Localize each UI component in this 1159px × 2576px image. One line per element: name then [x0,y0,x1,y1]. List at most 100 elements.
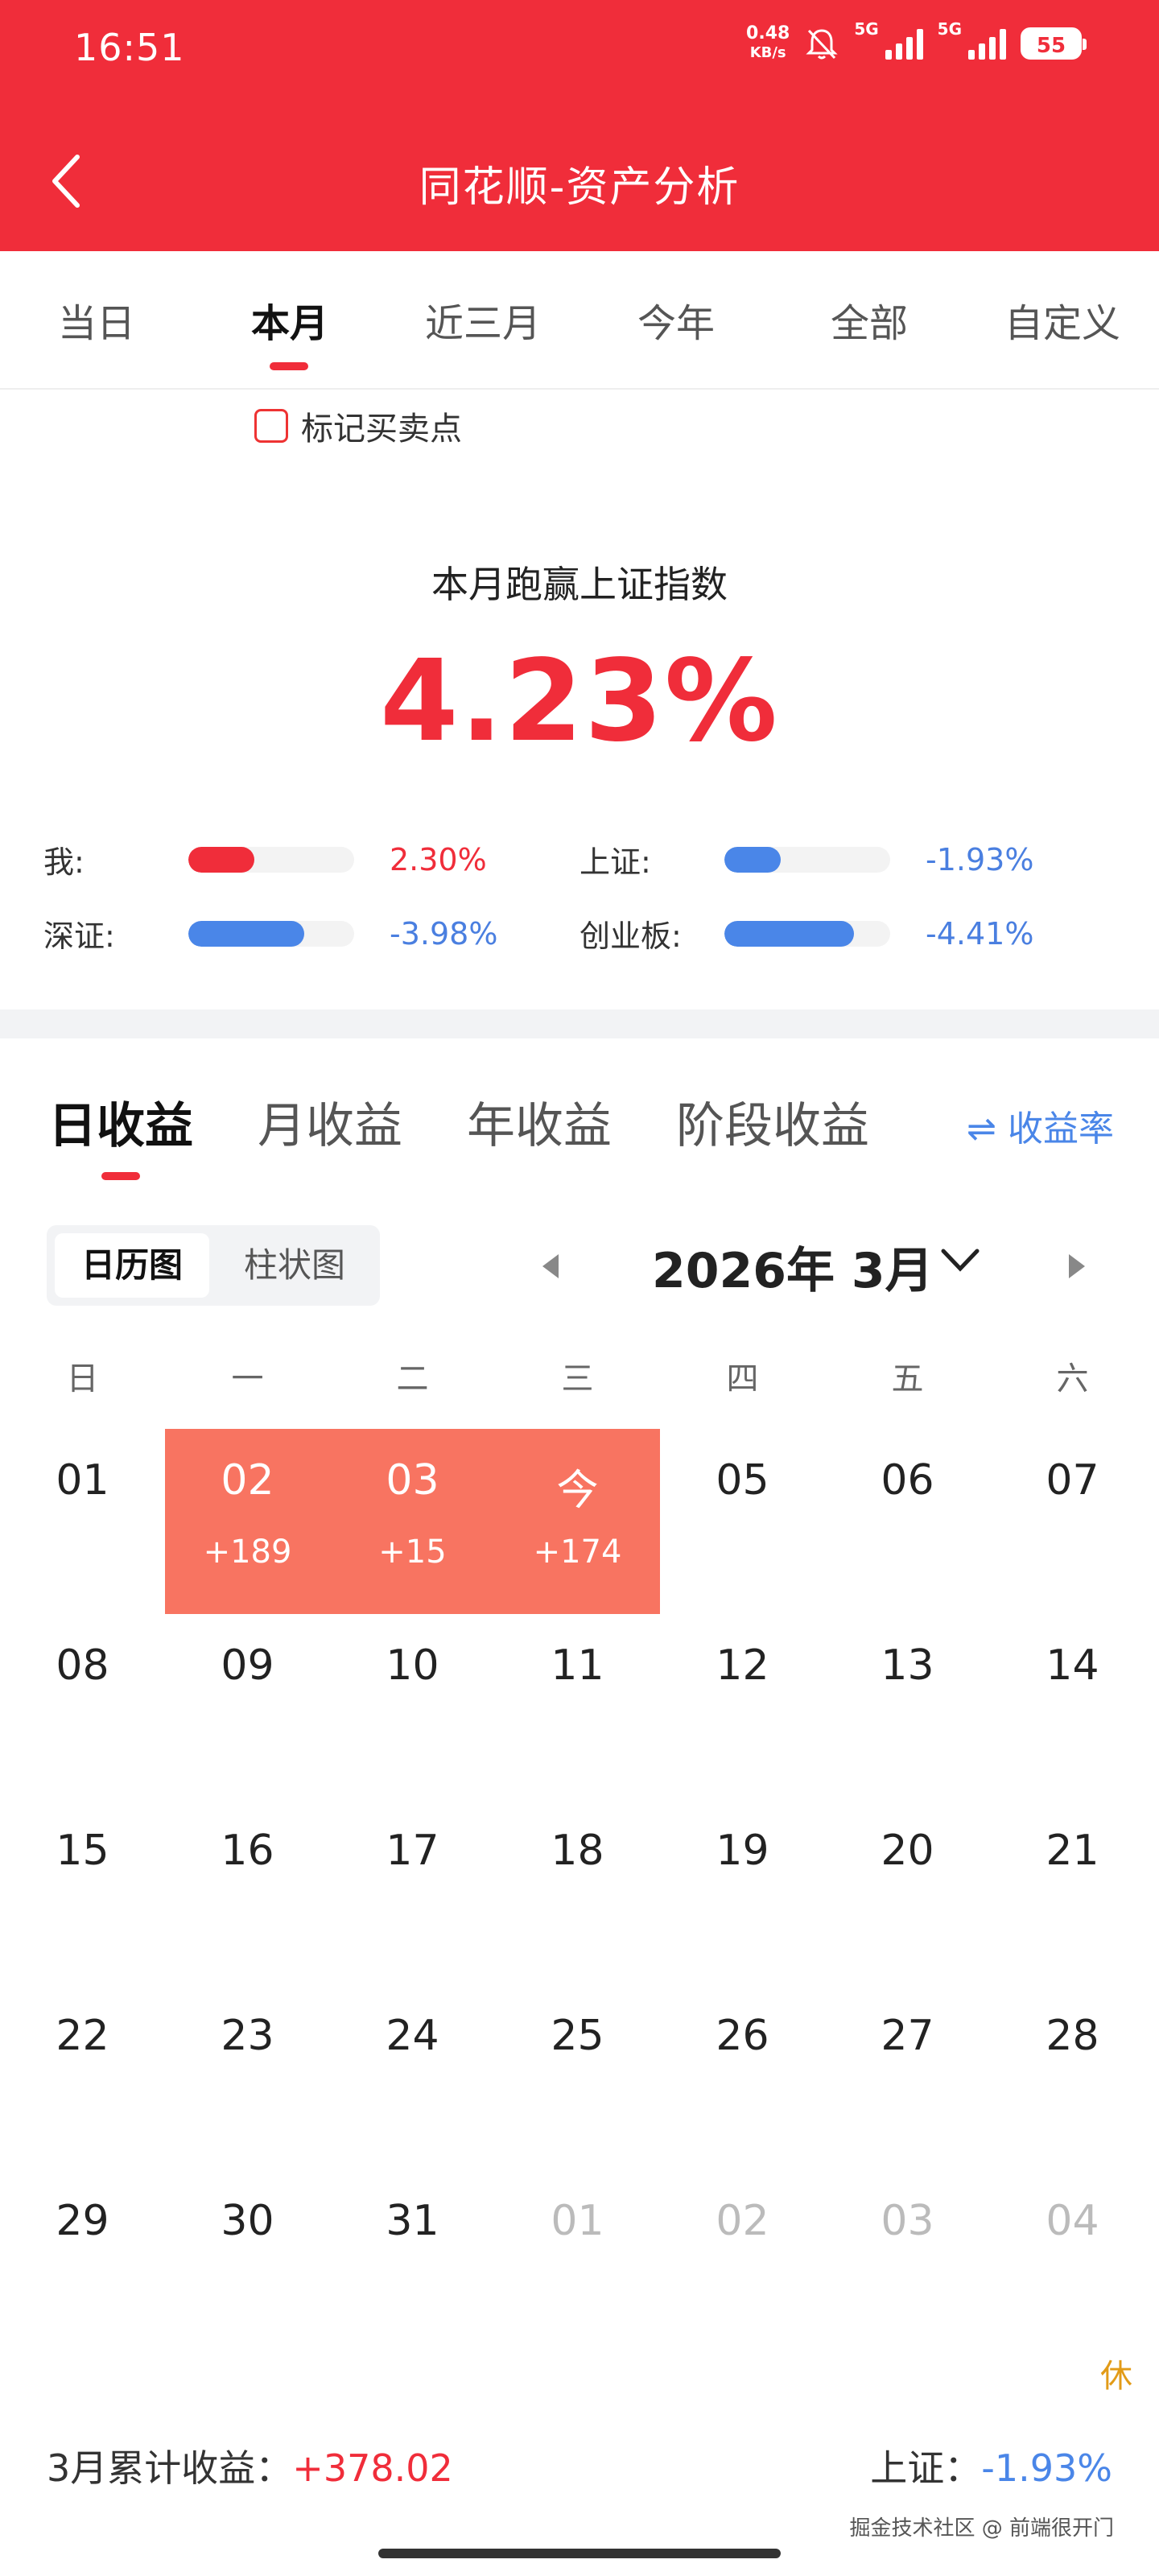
calendar-day[interactable]: 20 [825,1799,990,1984]
calendar-day[interactable]: 15 [0,1799,165,1984]
prev-month-button[interactable] [534,1246,567,1286]
page-title: 同花顺-资产分析 [419,163,740,212]
speed-unit: KB/s [749,44,786,61]
index-value: -1.93% [981,2446,1112,2490]
calendar-day[interactable]: 18 [495,1799,660,1984]
compare-bar [724,846,890,873]
calendar-day[interactable]: 28 [990,1984,1155,2169]
calendar-day[interactable]: 26 [660,1984,825,2169]
calendar-day[interactable]: 08 [0,1614,165,1799]
day-number: 11 [551,1641,604,1690]
calendar-day[interactable]: 05 [660,1429,825,1614]
calendar-day[interactable]: 27 [825,1984,990,2169]
calendar-day[interactable]: 03 [825,2169,990,2355]
bar-view-button[interactable]: 柱状图 [217,1233,372,1298]
day-number: 02 [716,2197,769,2245]
compare-bar-fill [724,920,854,947]
day-number: 01 [56,1456,109,1505]
calendar-day[interactable]: 今 +174 [495,1429,660,1614]
day-number: 13 [881,1641,934,1690]
calendar-day[interactable]: 11 [495,1614,660,1799]
compare-row-chinext: 创业板: -4.41% [580,911,1033,956]
calendar-day[interactable]: 13 [825,1614,990,1799]
holiday-badge: 休 [1100,2358,1132,2395]
calendar-day[interactable]: 01 [495,2169,660,2355]
tab-today[interactable]: 当日 [0,291,193,348]
mark-trade-points[interactable]: 标记买卖点 [254,402,462,449]
compare-bar [188,846,354,873]
calendar-day[interactable]: 12 [660,1614,825,1799]
weekday-label: 六 [1056,1360,1089,1397]
weekday-label: 五 [891,1360,924,1397]
calendar-day[interactable]: 23 [165,1984,330,2169]
section-divider [0,1009,1159,1038]
calendar-day[interactable]: 10 [330,1614,495,1799]
calendar-day[interactable]: 01 [0,1429,165,1614]
calendar-day[interactable]: 06 [825,1429,990,1614]
compare-bar-fill [188,846,255,873]
battery-icon: 55 [1021,27,1087,60]
calendar-day[interactable]: 07 [990,1429,1155,1614]
tab-three-months[interactable]: 近三月 [386,291,580,348]
day-number: 12 [716,1641,769,1690]
compare-name: 创业板: [580,919,682,954]
calendar-day[interactable]: 14 [990,1614,1155,1799]
calendar-day[interactable]: 16 [165,1799,330,1984]
day-number: 23 [221,2012,274,2060]
compare-bar-fill [188,920,305,947]
compare-value: -1.93% [926,841,1034,877]
calendar-view-button[interactable]: 日历图 [55,1233,209,1298]
compare-row-shanghai: 上证: -1.93% [580,837,1033,881]
calendar-day[interactable]: 02 +189 [165,1429,330,1614]
day-number: 07 [1046,1456,1099,1505]
calendar-day[interactable]: 04 休 [990,2169,1155,2395]
index-label: 上证： [870,2446,982,2490]
calendar-day[interactable]: 03 +15 [330,1429,495,1614]
day-profit: +15 [378,1534,447,1571]
network-type-1: 5G [854,19,879,39]
day-number: 22 [56,2012,109,2060]
day-number: 03 [881,2197,934,2245]
day-number: 今 [556,1467,599,1515]
calendar-day[interactable]: 02 [660,2169,825,2355]
calendar-day[interactable]: 21 [990,1799,1155,1984]
next-month-button[interactable] [1061,1246,1093,1286]
calendar-day[interactable]: 19 [660,1799,825,1984]
tab-this-year[interactable]: 今年 [580,291,773,348]
index-summary: 上证：-1.93% [870,2439,1112,2492]
calendar-day[interactable]: 29 [0,2169,165,2355]
day-number: 10 [386,1641,439,1690]
calendar-day[interactable]: 24 [330,1984,495,2169]
calendar-day[interactable]: 30 [165,2169,330,2355]
return-rate-toggle[interactable]: ⇌ 收益率 [967,1100,1114,1151]
calendar-day[interactable]: 09 [165,1614,330,1799]
mark-checkbox[interactable] [254,409,288,443]
tab-period-income[interactable]: 阶段收益 [676,1087,869,1157]
month-dropdown[interactable] [938,1245,982,1277]
day-number: 16 [221,1827,274,1875]
home-indicator[interactable] [378,2549,781,2558]
day-number: 01 [551,2197,604,2245]
day-profit: +174 [533,1534,622,1571]
tab-yearly-income[interactable]: 年收益 [467,1087,612,1157]
calendar-day[interactable]: 31 [330,2169,495,2355]
tab-all[interactable]: 全部 [773,291,966,348]
tab-monthly-income[interactable]: 月收益 [258,1087,402,1157]
mark-label: 标记买卖点 [301,411,462,448]
tab-custom[interactable]: 自定义 [966,291,1159,348]
tab-daily-income[interactable]: 日收益 [48,1087,193,1157]
month-selector[interactable]: 2026年 3月 [652,1232,934,1302]
tab-this-month[interactable]: 本月 [193,291,386,348]
compare-bar [188,920,354,947]
calendar-day[interactable]: 22 [0,1984,165,2169]
network-speed: 0.48 KB/s [746,24,790,63]
day-number: 18 [551,1827,604,1875]
day-number: 05 [716,1456,769,1505]
calendar-day[interactable]: 25 [495,1984,660,2169]
calendar-day[interactable]: 17 [330,1799,495,1984]
day-number: 02 [221,1456,274,1505]
day-number: 04 [1046,2197,1099,2245]
weekday-label: 一 [231,1360,264,1397]
day-number: 06 [881,1456,934,1505]
bell-off-icon [806,29,838,60]
